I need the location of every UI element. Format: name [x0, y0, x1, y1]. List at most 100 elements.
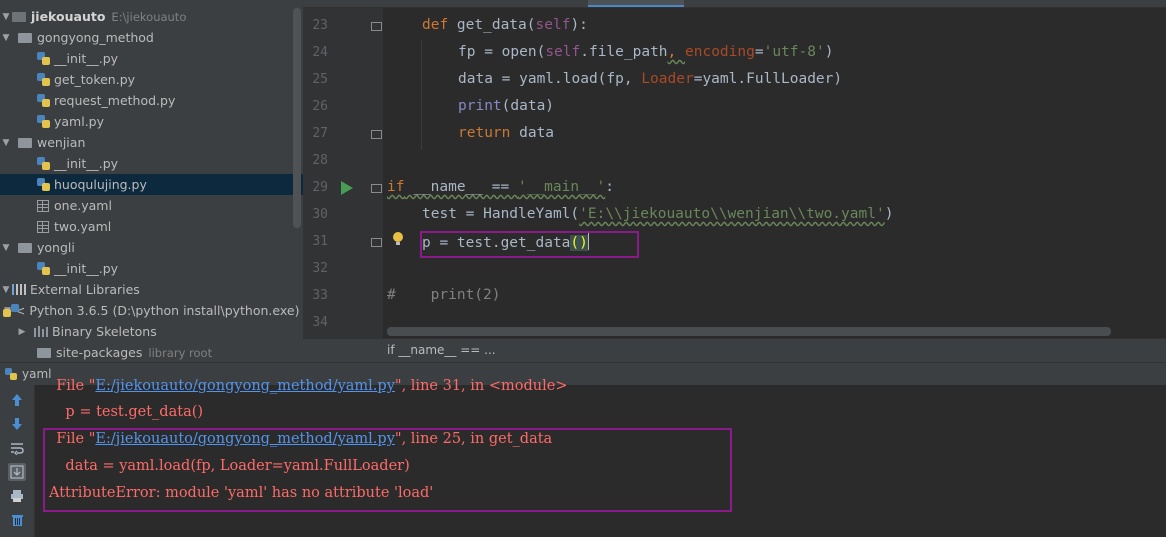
tree-item-yaml-py[interactable]: yaml.py: [0, 111, 303, 132]
annotation-box-console: [43, 428, 732, 512]
breadcrumb[interactable]: if __name__ == ...: [387, 343, 496, 357]
fold-end-icon[interactable]: [371, 130, 382, 139]
annotation-box-code: [420, 231, 639, 258]
tree-item-init-py[interactable]: __init__.py: [0, 258, 303, 279]
tree-item-label: gongyong_method: [37, 30, 154, 45]
chevron-down-icon[interactable]: ▼: [0, 138, 12, 148]
print-icon[interactable]: [8, 487, 26, 505]
chevron-right-icon[interactable]: ▶: [16, 327, 28, 337]
string-literal: '__main__': [517, 179, 606, 195]
code-line-30: test = HandleYaml('E:\\jiekouauto\\wenji…: [422, 206, 893, 222]
traceback-file-link[interactable]: E:/jiekouauto/gongyong_method/yaml.py: [95, 378, 394, 394]
line-number: 30: [312, 207, 328, 222]
folder-icon: [18, 242, 32, 253]
tree-item-site-packages[interactable]: site-packages library root: [0, 342, 303, 362]
folder-icon: [12, 11, 26, 22]
code-token: Loader: [641, 71, 694, 87]
python-file-icon: [37, 115, 50, 128]
python-file-icon: [37, 94, 50, 107]
code-token: fp = open(: [458, 44, 546, 60]
chevron-down-icon[interactable]: ▼: [0, 243, 12, 253]
code-token: data: [510, 125, 555, 141]
line-number: 28: [312, 153, 328, 168]
tree-item-binary-skeletons[interactable]: ▶ Binary Skeletons: [0, 321, 303, 342]
line-number: 32: [312, 261, 328, 276]
code-token: :: [605, 179, 615, 195]
library-root-hint: library root: [148, 345, 213, 360]
project-tool-window: ▼ jiekouauto E:\jiekouauto ▼ gongyong_me…: [0, 0, 303, 362]
library-icon: [12, 284, 26, 295]
tree-item-request-method-py[interactable]: request_method.py: [0, 90, 303, 111]
line-number: 25: [312, 72, 328, 87]
project-root-name: jiekouauto: [31, 9, 106, 24]
chevron-down-icon[interactable]: ▼: [0, 12, 12, 22]
line-number: 31: [312, 234, 328, 249]
keyword: def: [422, 17, 449, 33]
run-toolbar: [0, 385, 35, 537]
run-arrow-icon[interactable]: [341, 181, 353, 195]
tree-item-wenjian[interactable]: ▼ wenjian: [0, 132, 303, 153]
fold-collapse-icon[interactable]: [371, 184, 382, 193]
code-line-29: if __name__ == '__main__':: [387, 179, 614, 195]
tree-item-external-libraries[interactable]: ▼ External Libraries: [0, 279, 303, 300]
arrow-down-icon[interactable]: [8, 415, 26, 433]
tree-item-label: __init__.py: [54, 261, 119, 276]
tree-item-label: __init__.py: [54, 51, 119, 66]
folder-icon: [37, 347, 51, 358]
code-line-23: def get_data(self):: [422, 17, 588, 33]
soft-wrap-icon[interactable]: [8, 439, 26, 457]
line-number: 33: [312, 288, 328, 303]
keyword: if: [387, 179, 405, 195]
project-root[interactable]: ▼ jiekouauto E:\jiekouauto: [0, 6, 303, 27]
code-token: print: [458, 98, 502, 114]
comment: print(2): [395, 287, 501, 303]
arrow-up-icon[interactable]: [8, 391, 26, 409]
line-number: 23: [312, 18, 328, 33]
chevron-down-icon[interactable]: ▼: [0, 33, 12, 43]
tree-item-init-py[interactable]: __init__.py: [0, 48, 303, 69]
code-token: ): [824, 44, 834, 60]
tree-item-label: one.yaml: [54, 198, 112, 213]
editor-tab-strip: [303, 0, 1166, 8]
tree-item-one-yaml[interactable]: one.yaml: [0, 195, 303, 216]
tree-item-huoqulujing-py[interactable]: huoqulujing.py: [0, 174, 303, 195]
console-line: p = test.get_data(): [47, 404, 204, 420]
comment: #: [387, 287, 396, 303]
project-root-path: E:\jiekouauto: [111, 9, 187, 24]
console-text: File ": [47, 378, 96, 394]
python-file-icon: [37, 157, 50, 170]
lightbulb-icon[interactable]: [393, 232, 403, 245]
code-token: get_data(: [448, 17, 536, 33]
project-scrollbar[interactable]: [293, 8, 301, 228]
folder-icon: [18, 137, 32, 148]
fold-end-icon[interactable]: [371, 238, 382, 247]
yaml-file-icon: [37, 199, 49, 212]
tree-item-python-sdk[interactable]: ▼ < Python 3.6.5 (D:\python install\pyth…: [0, 300, 303, 321]
python-run-icon: [5, 368, 17, 380]
tree-item-two-yaml[interactable]: two.yaml: [0, 216, 303, 237]
tree-item-label: wenjian: [37, 135, 86, 150]
tree-item-get-token-py[interactable]: get_token.py: [0, 69, 303, 90]
tree-item-label: yaml.py: [54, 114, 105, 129]
editor-horizontal-scrollbar[interactable]: [387, 327, 1111, 336]
tree-item-yongli[interactable]: ▼ yongli: [0, 237, 303, 258]
code-token: =: [754, 44, 764, 60]
code-token: ):: [570, 17, 588, 33]
trash-icon[interactable]: [8, 511, 26, 529]
scroll-to-end-icon[interactable]: [8, 463, 26, 481]
tree-item-label: huoqulujing.py: [54, 177, 147, 192]
tree-item-init-py[interactable]: __init__.py: [0, 153, 303, 174]
code-line-24: fp = open(self.file_path, encoding='utf-…: [458, 44, 833, 60]
chevron-down-icon[interactable]: ▼: [0, 285, 12, 295]
code-token: data = yaml.load(fp,: [458, 71, 642, 87]
line-number: 26: [312, 99, 328, 114]
indent-guide: [421, 40, 422, 150]
fold-collapse-icon[interactable]: [371, 22, 382, 31]
tree-item-gongyong-method[interactable]: ▼ gongyong_method: [0, 27, 303, 48]
code-token: self: [545, 44, 581, 60]
code-token: .file_path: [580, 44, 668, 60]
python-file-icon: [37, 178, 50, 191]
tree-item-label: < Python 3.6.5 (D:\python install\python…: [14, 303, 303, 318]
active-editor-tab[interactable]: [588, 0, 684, 7]
code-token: __name__ ==: [404, 179, 518, 195]
